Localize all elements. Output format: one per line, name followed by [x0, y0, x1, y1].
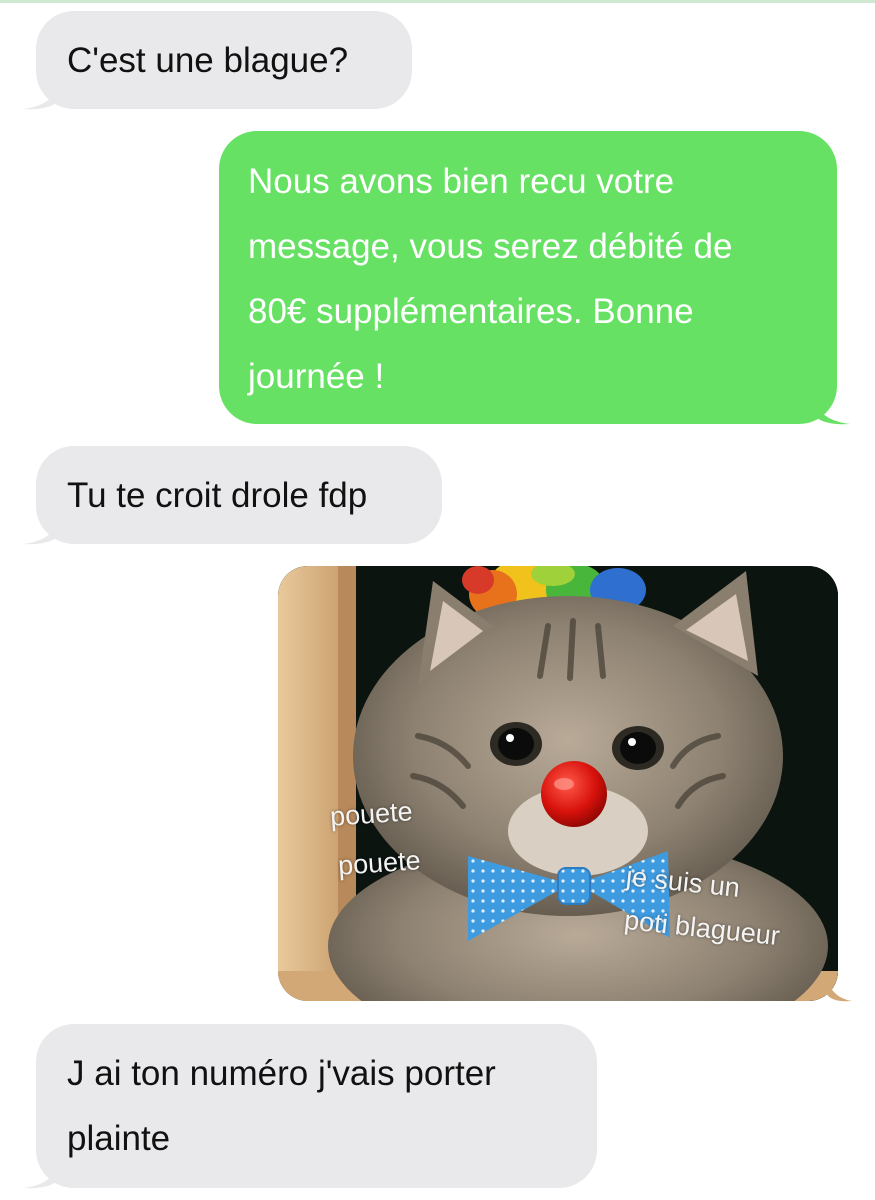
received-message-bubble[interactable]: Tu te croit drole fdp — [23, 446, 442, 545]
image-caption: pouete — [337, 845, 422, 881]
message-line: journée ! — [248, 357, 385, 396]
top-divider — [0, 0, 875, 3]
image-caption: pouete — [329, 796, 414, 832]
received-message-bubble[interactable]: C'est une blague? — [23, 11, 412, 110]
bubble-tail-icon — [814, 395, 850, 425]
bubble-tail-icon — [23, 1159, 59, 1189]
sent-image-attachment[interactable]: pouete pouete je suis un poti blagueur — [278, 566, 838, 1001]
received-message-bubble[interactable]: J ai ton numéro j'vais porter plainte — [23, 1024, 597, 1189]
bubble-tail-icon — [23, 80, 59, 110]
message-line: J ai ton numéro j'vais porter — [67, 1054, 496, 1093]
message-line: 80€ supplémentaires. Bonne — [248, 292, 694, 331]
message-text: Tu te croit drole fdp — [67, 476, 368, 515]
bubble-tail-icon — [23, 515, 59, 545]
message-line: message, vous serez débité de — [248, 227, 733, 266]
message-line: plainte — [67, 1119, 171, 1158]
message-line: Nous avons bien recu votre — [248, 162, 675, 201]
message-text: C'est une blague? — [67, 41, 349, 80]
bubble-tail-icon — [826, 974, 852, 1007]
sent-message-bubble[interactable]: Nous avons bien recu votre message, vous… — [219, 131, 850, 425]
